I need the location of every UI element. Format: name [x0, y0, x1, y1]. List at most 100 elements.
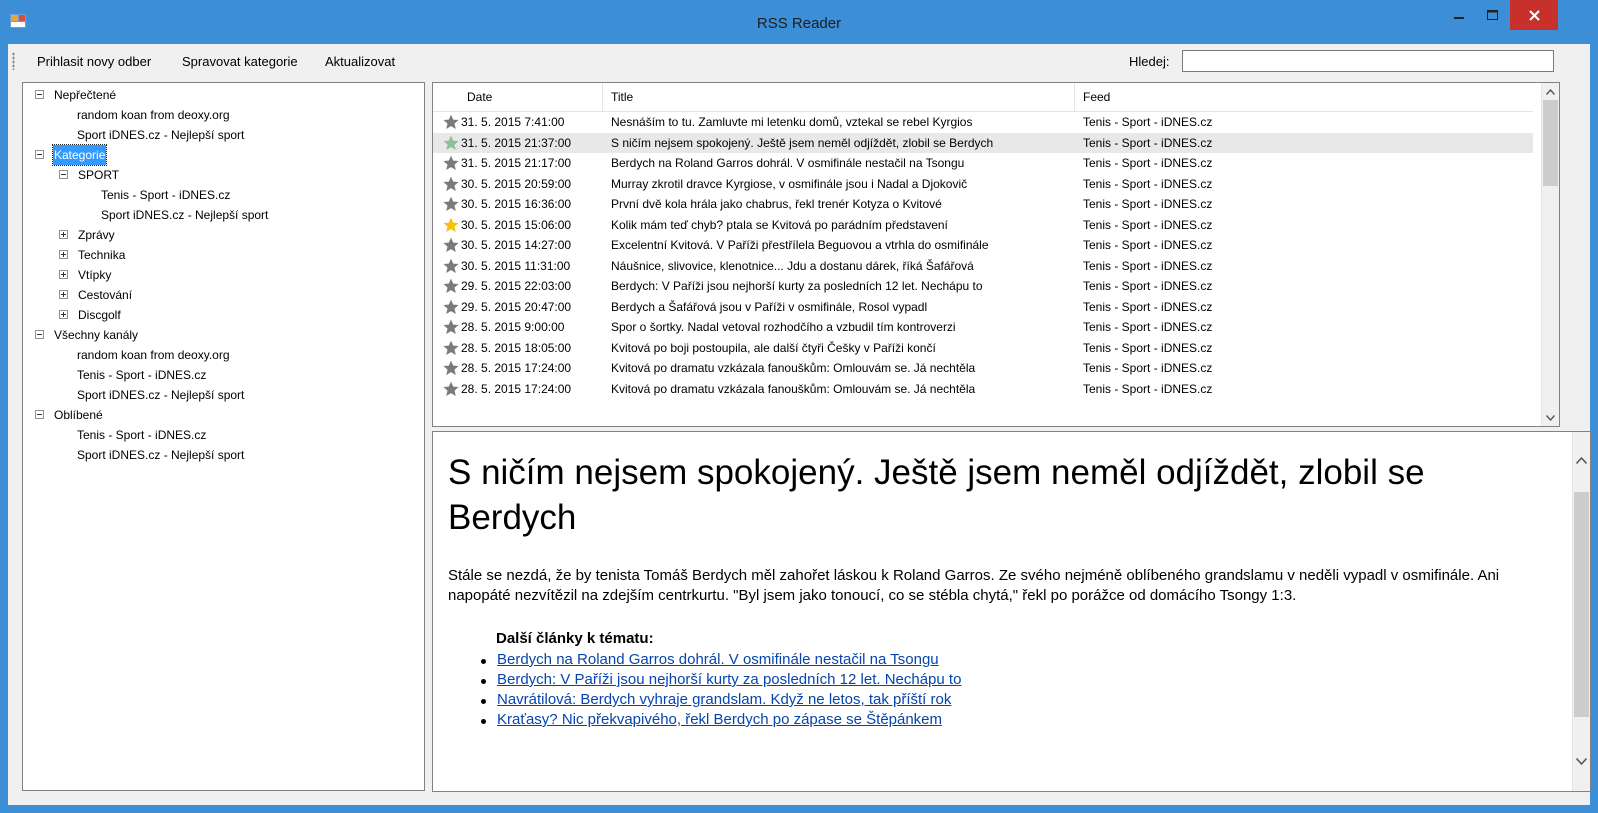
collapse-icon[interactable] — [35, 90, 44, 99]
tree-item-unread-feed[interactable]: Sport iDNES.cz - Nejlepší sport — [77, 125, 244, 145]
article-title-cell: Excelentní Kvitová. V Paříži přestřílela… — [611, 238, 989, 252]
article-feed: Tenis - Sport - iDNES.cz — [1083, 361, 1213, 375]
tree-item-feed[interactable]: Tenis - Sport - iDNES.cz — [77, 365, 206, 385]
scroll-up-icon[interactable] — [1573, 452, 1590, 469]
expand-icon[interactable] — [59, 250, 68, 259]
preview-scroll-thumb[interactable] — [1574, 492, 1589, 717]
related-heading: Další články k tématu: — [496, 630, 654, 647]
list-item: Berdych na Roland Garros dohrál. V osmif… — [479, 650, 961, 670]
article-title-cell: Berdych na Roland Garros dohrál. V osmif… — [611, 156, 965, 170]
table-row[interactable]: 29. 5. 2015 22:03:00 Berdych: V Paříži js… — [433, 276, 1533, 297]
article-preview: S ničím nejsem spokojený. Ještě jsem nem… — [432, 431, 1591, 792]
list-item: Kraťasy? Nic překvapivého, řekl Berdych … — [479, 710, 961, 730]
article-feed: Tenis - Sport - iDNES.cz — [1083, 381, 1213, 396]
collapse-icon[interactable] — [35, 330, 44, 339]
expand-icon[interactable] — [59, 310, 68, 319]
article-date: 31. 5. 2015 21:17:00 — [461, 156, 572, 170]
star-icon[interactable] — [443, 217, 459, 233]
tree-item-favorite-feed[interactable]: Tenis - Sport - iDNES.cz — [77, 425, 206, 445]
article-feed: Tenis - Sport - iDNES.cz — [1083, 299, 1213, 314]
article-date: 30. 5. 2015 14:27:00 — [461, 238, 572, 252]
star-icon[interactable] — [443, 237, 459, 253]
star-icon[interactable] — [443, 278, 459, 294]
article-title-cell: Kvitová po dramatu vzkázala fanouškům: O… — [611, 361, 976, 375]
star-icon[interactable] — [443, 340, 459, 356]
article-title-cell: Kvitová po dramatu vzkázala fanouškům: O… — [611, 381, 976, 396]
search-input[interactable] — [1182, 50, 1554, 72]
preview-scrollbar[interactable] — [1572, 432, 1590, 791]
scroll-up-icon[interactable] — [1542, 83, 1559, 100]
article-feed: Tenis - Sport - iDNES.cz — [1083, 320, 1213, 334]
maximize-button[interactable] — [1477, 0, 1507, 30]
expand-icon[interactable] — [59, 290, 68, 299]
table-row[interactable]: 31. 5. 2015 7:41:00 Nesnáším to tu. Zamlu… — [433, 112, 1533, 133]
client-area: Prihlasit novy odber Spravovat kategorie… — [8, 44, 1591, 805]
star-icon[interactable] — [443, 176, 459, 192]
table-row[interactable]: 30. 5. 2015 20:59:00 Murray zkrotil dravc… — [433, 174, 1533, 195]
subscribe-button[interactable]: Prihlasit novy odber — [37, 54, 151, 69]
collapse-icon[interactable] — [35, 150, 44, 159]
table-row[interactable]: 30. 5. 2015 16:36:00 První dvě kola hrála… — [433, 194, 1533, 215]
star-icon[interactable] — [443, 299, 459, 315]
expand-icon[interactable] — [59, 230, 68, 239]
tree-item-sport-feed[interactable]: Sport iDNES.cz - Nejlepší sport — [101, 205, 268, 225]
table-row[interactable]: 29. 5. 2015 20:47:00 Berdych a Šafářová j… — [433, 297, 1533, 318]
close-icon — [1528, 9, 1540, 21]
tree-item-unread-feed[interactable]: random koan from deoxy.org — [77, 105, 230, 125]
related-link[interactable]: Kraťasy? Nic překvapivého, řekl Berdych … — [497, 711, 942, 728]
tree-item-feed[interactable]: random koan from deoxy.org — [77, 345, 230, 365]
table-row[interactable]: 28. 5. 2015 17:24:00 Kvitová po dramatu v… — [433, 379, 1533, 400]
article-date: 31. 5. 2015 21:37:00 — [461, 135, 572, 150]
table-row[interactable]: 30. 5. 2015 11:31:00 Náušnice, slivovice,… — [433, 256, 1533, 277]
collapse-icon[interactable] — [59, 170, 68, 179]
star-icon[interactable] — [443, 135, 459, 151]
column-header-feed[interactable]: Feed — [1075, 83, 1533, 111]
tree-item-favorite-feed[interactable]: Sport iDNES.cz - Nejlepší sport — [77, 445, 244, 465]
star-icon[interactable] — [443, 381, 459, 397]
related-link[interactable]: Navrátilová: Berdych vyhraje grandslam. … — [497, 691, 951, 708]
list-scrollbar[interactable] — [1541, 83, 1559, 426]
tree-item-feed[interactable]: Sport iDNES.cz - Nejlepší sport — [77, 385, 244, 405]
app-window: RSS Reader Prihlasit novy odber Spravova… — [0, 0, 1598, 813]
toolbar-grip[interactable] — [12, 52, 15, 70]
maximize-icon — [1486, 10, 1498, 20]
star-icon[interactable] — [443, 155, 459, 171]
table-row[interactable]: 31. 5. 2015 21:37:00 S ničím nejsem spoko… — [433, 132, 1533, 153]
scroll-down-icon[interactable] — [1573, 753, 1590, 770]
article-title-cell: Berdych a Šafářová jsou v Paříži v osmif… — [611, 299, 928, 314]
article-title-cell: První dvě kola hrála jako chabrus, řekl … — [611, 197, 942, 211]
article-title-cell: Spor o šortky. Nadal vetoval rozhodčího … — [611, 320, 956, 334]
scroll-down-icon[interactable] — [1542, 409, 1559, 426]
collapse-icon[interactable] — [35, 410, 44, 419]
related-link[interactable]: Berdych na Roland Garros dohrál. V osmif… — [497, 651, 939, 668]
list-item: Navrátilová: Berdych vyhraje grandslam. … — [479, 690, 961, 710]
article-date: 28. 5. 2015 9:00:00 — [461, 320, 565, 334]
table-row[interactable]: 28. 5. 2015 18:05:00 Kvitová po boji post… — [433, 338, 1533, 359]
article-feed: Tenis - Sport - iDNES.cz — [1083, 197, 1213, 211]
star-icon[interactable] — [443, 319, 459, 335]
table-row[interactable]: 31. 5. 2015 21:17:00 Berdych na Roland Ga… — [433, 153, 1533, 174]
table-row[interactable]: 28. 5. 2015 17:24:00 Kvitová po dramatu v… — [433, 358, 1533, 379]
close-button[interactable] — [1510, 0, 1558, 30]
expand-icon[interactable] — [59, 270, 68, 279]
table-row[interactable]: 28. 5. 2015 9:00:00 Spor o šortky. Nadal … — [433, 317, 1533, 338]
update-button[interactable]: Aktualizovat — [325, 54, 395, 69]
manage-categories-button[interactable]: Spravovat kategorie — [182, 54, 298, 69]
article-date: 29. 5. 2015 22:03:00 — [461, 279, 572, 293]
category-tree[interactable]: Nepřečtené random koan from deoxy.org Sp… — [22, 82, 425, 791]
related-link[interactable]: Berdych: V Paříži jsou nejhorší kurty za… — [497, 671, 961, 688]
column-header-date[interactable]: Date — [433, 83, 603, 111]
column-header-title[interactable]: Title — [603, 83, 1075, 111]
table-row[interactable]: 30. 5. 2015 15:06:00 Kolik mám teď chyb? … — [433, 215, 1533, 236]
article-feed: Tenis - Sport - iDNES.cz — [1083, 340, 1213, 355]
article-title-cell: Murray zkrotil dravce Kyrgiose, v osmifi… — [611, 176, 968, 191]
minimize-button[interactable] — [1444, 0, 1474, 30]
table-row[interactable]: 30. 5. 2015 14:27:00 Excelentní Kvitová. … — [433, 235, 1533, 256]
star-icon[interactable] — [443, 114, 459, 130]
article-list[interactable]: Date Title Feed 31. 5. 2015 7:41:00 Nesná… — [432, 82, 1560, 427]
star-icon[interactable] — [443, 258, 459, 274]
list-scroll-thumb[interactable] — [1543, 100, 1558, 186]
tree-item-sport-feed[interactable]: Tenis - Sport - iDNES.cz — [101, 185, 230, 205]
star-icon[interactable] — [443, 360, 459, 376]
star-icon[interactable] — [443, 196, 459, 212]
